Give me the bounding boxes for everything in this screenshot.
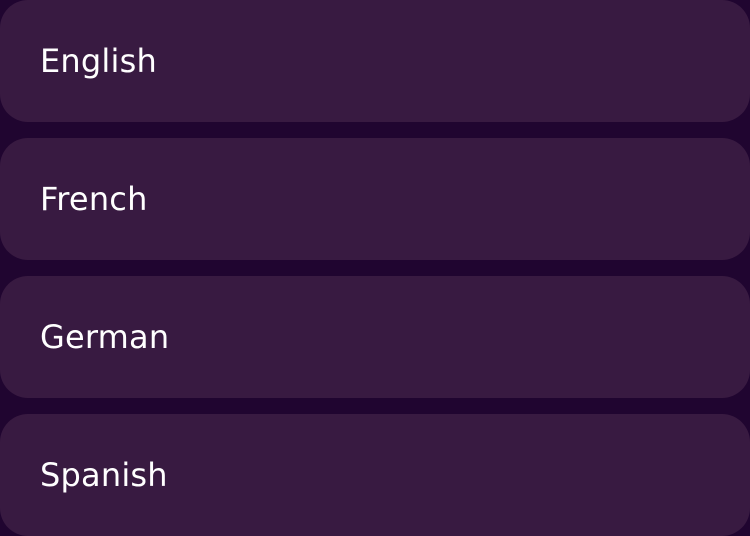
language-option-label: Spanish: [40, 456, 168, 494]
language-option-label: English: [40, 42, 157, 80]
language-option-english[interactable]: English: [0, 0, 750, 122]
language-option-label: German: [40, 318, 170, 356]
language-list: English French German Spanish: [0, 0, 750, 536]
language-option-french[interactable]: French: [0, 138, 750, 260]
language-option-german[interactable]: German: [0, 276, 750, 398]
language-option-spanish[interactable]: Spanish: [0, 414, 750, 536]
language-option-label: French: [40, 180, 148, 218]
